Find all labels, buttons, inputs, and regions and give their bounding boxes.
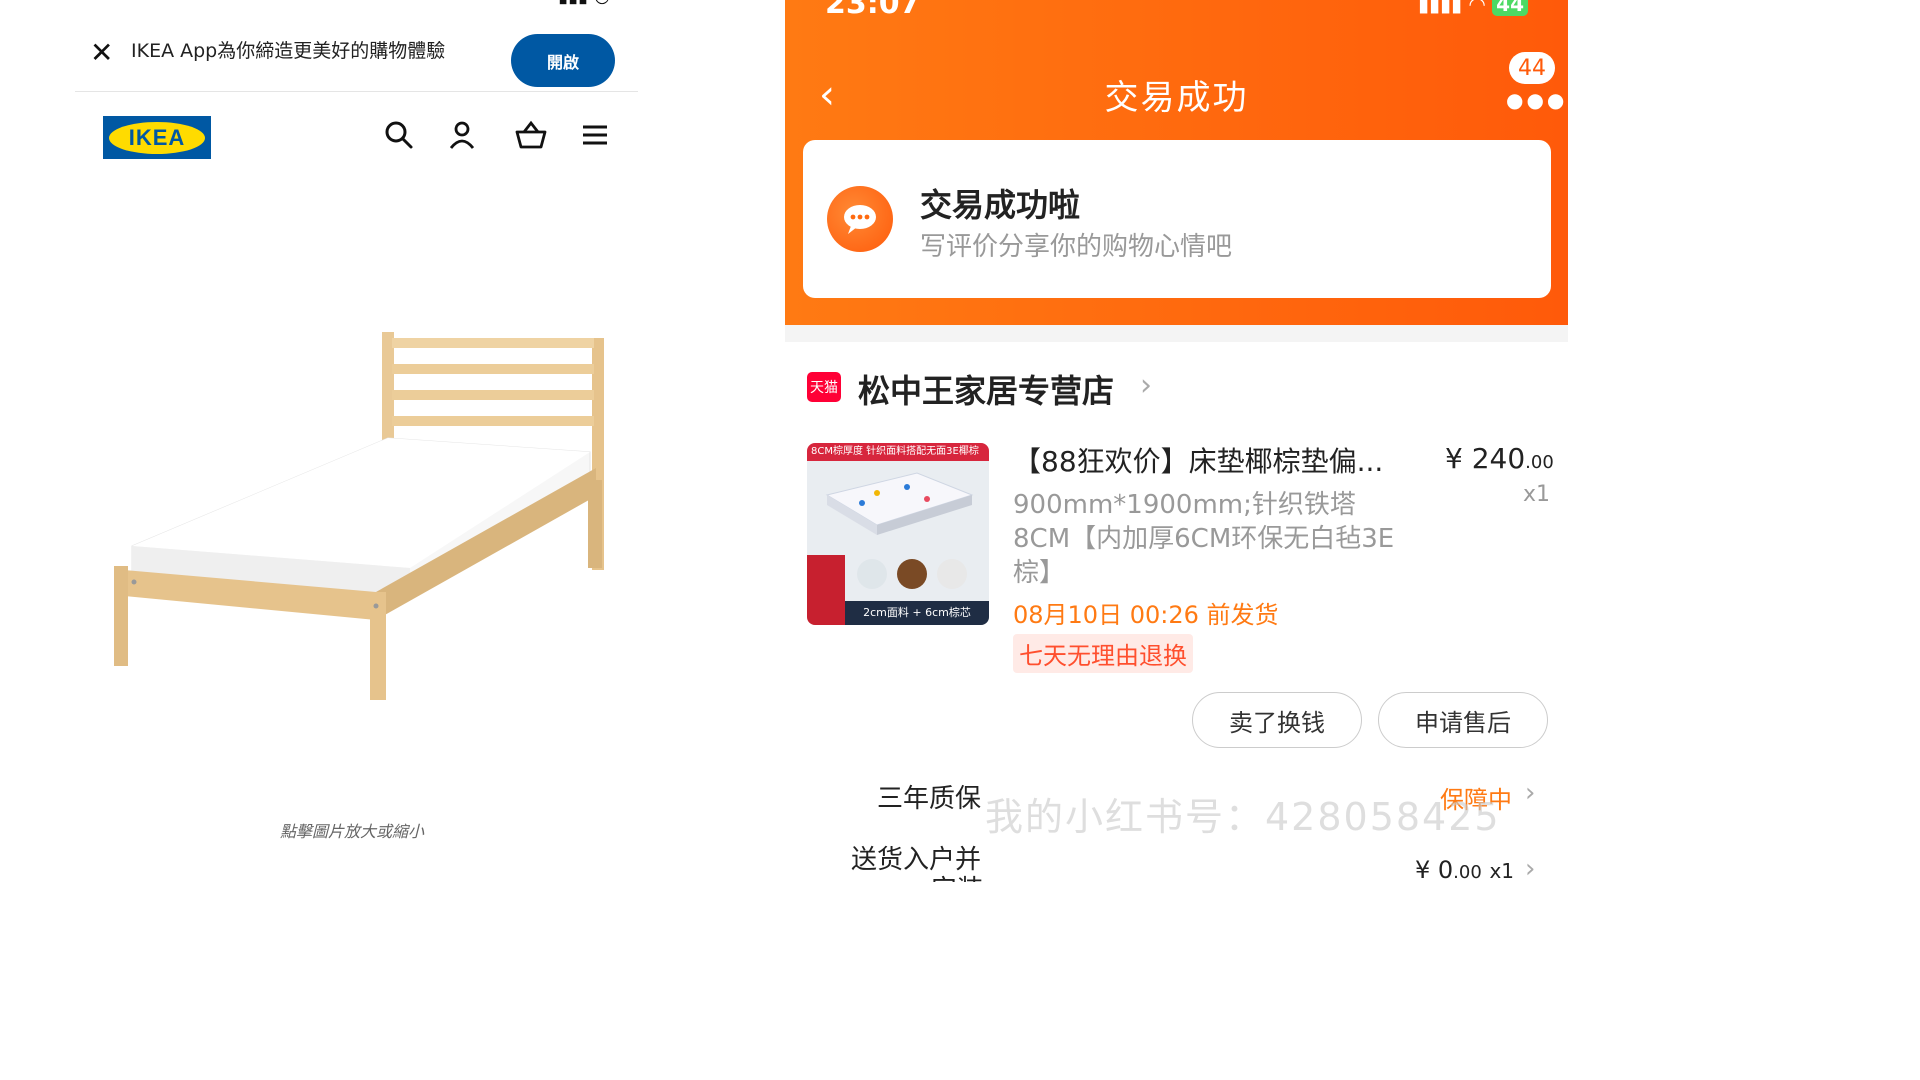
watermark: 我的小红书号：428058425: [985, 795, 1501, 839]
after-sale-button[interactable]: 申请售后: [1378, 692, 1548, 748]
price-decimal: .00: [1525, 452, 1554, 473]
search-icon[interactable]: [382, 118, 416, 152]
banner-text: IKEA App為你締造更美好的購物體驗: [131, 40, 446, 62]
card-subtitle: 写评价分享你的购物心情吧: [920, 232, 1233, 262]
sell-button[interactable]: 卖了换钱: [1192, 692, 1362, 748]
image-caption: 點擊圖片放大或縮小: [280, 822, 425, 841]
more-icon[interactable]: ●●●: [1506, 88, 1567, 112]
chevron-right-icon[interactable]: ›: [1525, 854, 1535, 882]
chat-bubble-icon: [827, 186, 893, 252]
cart-icon[interactable]: [514, 118, 548, 152]
order-header: 23:07 ▮▮▮▮ ◠ 44 ‹ 交易成功 44 ●●● 交易成功啦 写评价分…: [785, 0, 1568, 325]
ikea-panel: ▮▮▮ ◔ ✕ IKEA App為你締造更美好的購物體驗 開啟 IKEA: [0, 0, 785, 882]
status-icons: ▮▮▮▮ ◠ 44: [1418, 0, 1528, 16]
menu-icon[interactable]: [578, 118, 612, 152]
tmall-badge: 天猫: [807, 372, 841, 402]
price-main: ¥ 240: [1445, 442, 1526, 475]
chevron-right-icon[interactable]: ›: [1140, 368, 1152, 403]
delivery-label-2: 安装: [931, 869, 983, 882]
delivery-qty: x1: [1489, 859, 1515, 882]
product-price: ¥ 240.00: [1445, 442, 1554, 475]
card-title: 交易成功啦: [920, 186, 1081, 224]
status-icons: ▮▮▮ ◔: [558, 0, 610, 7]
product-image-bed[interactable]: [110, 330, 610, 705]
close-icon[interactable]: ✕: [90, 36, 113, 69]
status-bar: ▮▮▮ ◔: [100, 0, 610, 7]
delivery-price: ¥ 0.00 x1: [1415, 856, 1514, 882]
product-thumbnail[interactable]: 8CM棕厚度 针织面料搭配无面3E椰棕 2cm面料 + 6cm棕芯: [807, 443, 989, 625]
logo-text: IKEA: [109, 121, 205, 154]
account-icon[interactable]: [445, 118, 479, 152]
ikea-logo[interactable]: IKEA: [103, 116, 211, 159]
open-app-button[interactable]: 開啟: [511, 34, 615, 87]
order-panel: 23:07 ▮▮▮▮ ◠ 44 ‹ 交易成功 44 ●●● 交易成功啦 写评价分…: [785, 0, 1568, 882]
success-card[interactable]: 交易成功啦 写评价分享你的购物心情吧: [803, 140, 1551, 298]
app-banner: ✕ IKEA App為你締造更美好的購物體驗 開啟: [75, 22, 638, 92]
warranty-label: 三年质保: [877, 784, 982, 814]
return-policy-tag: 七天无理由退换: [1013, 634, 1193, 673]
store-name[interactable]: 松中王家居专营店: [858, 366, 1114, 412]
order-detail-section: 天猫 松中王家居专营店 › 8CM棕厚度 针织面料搭配无面3E椰棕 2cm面料 …: [785, 342, 1568, 882]
thumbnail-caption: 2cm面料 + 6cm棕芯: [845, 601, 989, 625]
product-spec: 900mm*1900mm;针织铁塔8CM【内加厚6CM环保无白毡3E棕】: [1013, 490, 1395, 588]
shipping-time: 08月10日 00:26 前发货: [1013, 601, 1279, 629]
status-time: 23:07: [825, 0, 921, 21]
delivery-price-main: ¥ 0: [1415, 856, 1454, 882]
page-title: 交易成功: [1104, 78, 1249, 118]
delivery-price-decimal: .00: [1453, 862, 1482, 882]
thumbnail-side-tag: [807, 555, 845, 625]
battery-level: 44: [1492, 0, 1528, 16]
chevron-right-icon[interactable]: ›: [1525, 778, 1535, 808]
message-count-badge[interactable]: 44: [1509, 52, 1555, 84]
product-quantity: x1: [1523, 482, 1551, 507]
product-title[interactable]: 【88狂欢价】床垫椰棕垫偏...: [1013, 440, 1403, 480]
thumbnail-banner: 8CM棕厚度 针织面料搭配无面3E椰棕: [807, 443, 989, 461]
